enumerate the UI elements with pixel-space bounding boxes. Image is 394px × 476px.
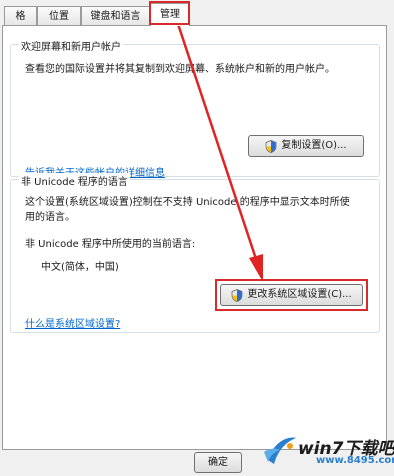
- tab-location[interactable]: 位置: [37, 6, 81, 25]
- tab-formats[interactable]: 格式: [4, 6, 37, 41]
- change-system-locale-button[interactable]: 更改系统区域设置(C)...: [220, 284, 363, 306]
- change-system-locale-label: 更改系统区域设置(C)...: [247, 289, 352, 300]
- copy-settings-label: 复制设置(O)...: [281, 140, 347, 151]
- uac-shield-icon: [266, 139, 277, 153]
- uac-shield-icon: [231, 288, 243, 302]
- copy-settings-button[interactable]: 复制设置(O)...: [248, 135, 364, 157]
- tab-content-panel: 欢迎屏幕和新用户帐户 查看您的国际设置并将其复制到欢迎屏幕、系统帐户和新的用户帐…: [2, 25, 387, 450]
- ok-button-label: 确定: [208, 456, 228, 468]
- current-language-label: 非 Unicode 程序中所使用的当前语言:: [25, 239, 196, 250]
- watermark-url: www.8495.com: [316, 455, 394, 466]
- watermark-logo-icon: [264, 437, 296, 464]
- tab-administrative[interactable]: 管理: [150, 3, 190, 26]
- non-unicode-group: 非 Unicode 程序的语言 这个设置(系统区域设置)控制在不支持 Unico…: [10, 173, 380, 333]
- current-language-value: 中文(简体，中国): [41, 262, 119, 273]
- ok-button[interactable]: 确定: [194, 452, 242, 473]
- region-language-dialog: 格式 位置 键盘和语言 管理 欢迎屏幕和新用户帐户 查看您的国际设置并将其复制到…: [0, 0, 394, 476]
- welcome-description: 查看您的国际设置并将其复制到欢迎屏幕、系统帐户和新的用户帐户。: [25, 64, 335, 75]
- welcome-group-title: 欢迎屏幕和新用户帐户: [19, 38, 123, 53]
- non-unicode-group-title: 非 Unicode 程序的语言: [19, 173, 130, 188]
- non-unicode-description-line2: 用的语言。: [25, 212, 75, 223]
- tab-keyboards-languages[interactable]: 键盘和语言: [81, 6, 150, 25]
- welcome-screen-group: 欢迎屏幕和新用户帐户 查看您的国际设置并将其复制到欢迎屏幕、系统帐户和新的用户帐…: [10, 38, 380, 179]
- non-unicode-description-line1: 这个设置(系统区域设置)控制在不支持 Unicode 的程序中显示文本时所使: [25, 197, 350, 208]
- system-locale-help-link[interactable]: 什么是系统区域设置?: [25, 315, 120, 330]
- watermark: win7下载吧 www.8495.com: [260, 430, 394, 470]
